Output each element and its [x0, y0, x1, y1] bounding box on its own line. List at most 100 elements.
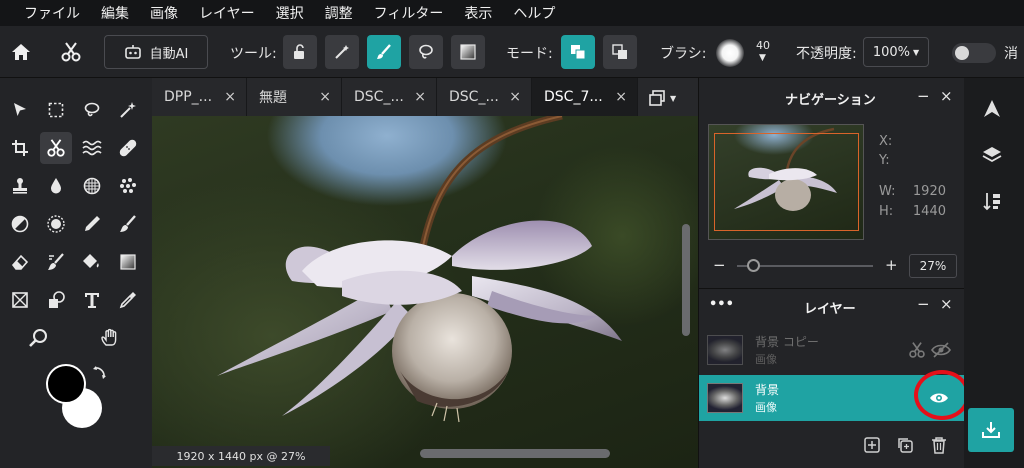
close-icon[interactable]: ×: [319, 89, 331, 105]
lasso-icon: [419, 44, 433, 59]
move-tool-icon[interactable]: [4, 94, 36, 126]
panel-toggle-strip: [964, 78, 1024, 468]
shape-tool-icon[interactable]: [40, 284, 72, 316]
menu-adjust[interactable]: 調整: [325, 3, 353, 23]
minimize-icon[interactable]: −: [917, 295, 930, 313]
layers-title: レイヤー: [804, 302, 856, 317]
frame-tool-icon[interactable]: [4, 284, 36, 316]
tool-lasso-button[interactable]: [409, 35, 443, 69]
image-canvas[interactable]: [152, 116, 698, 468]
layer-type: 画像: [755, 401, 777, 414]
zoom-out-icon[interactable]: −: [713, 256, 726, 274]
brush-size[interactable]: 40: [756, 39, 770, 52]
layers-more-icon[interactable]: •••: [709, 297, 734, 312]
auto-ai-button[interactable]: 自動AI: [104, 35, 208, 69]
dodge-tool-icon[interactable]: [4, 208, 36, 240]
magic-wand-tool-icon[interactable]: [112, 94, 144, 126]
sponge-tool-icon[interactable]: [76, 170, 108, 202]
history-toggle-icon[interactable]: [981, 190, 1003, 212]
close-icon[interactable]: ×: [224, 89, 236, 105]
paint-bucket-tool-icon[interactable]: [76, 246, 108, 278]
menu-help[interactable]: ヘルプ: [513, 3, 555, 23]
navigator-toggle-icon[interactable]: [981, 98, 1003, 120]
pencil-tool-icon[interactable]: [76, 208, 108, 240]
close-icon[interactable]: ×: [414, 89, 426, 105]
tab-document-1[interactable]: DPP_... ×: [152, 78, 247, 116]
cut-icon[interactable]: [56, 35, 86, 69]
horizontal-scrollbar[interactable]: [420, 449, 610, 458]
eye-off-icon[interactable]: [931, 341, 951, 359]
navigator-viewport-frame[interactable]: [714, 133, 859, 231]
tab-document-5[interactable]: DSC_7... ×: [532, 78, 638, 116]
close-icon[interactable]: ×: [940, 87, 953, 105]
liquify-tool-icon[interactable]: [76, 132, 108, 164]
zoom-slider[interactable]: [737, 259, 873, 272]
replace-color-tool-icon[interactable]: [40, 246, 72, 278]
zoom-slider-handle[interactable]: [747, 259, 760, 272]
menu-select[interactable]: 選択: [276, 3, 304, 23]
tab-label: DSC_7...: [544, 89, 603, 105]
menu-layer[interactable]: レイヤー: [199, 3, 255, 23]
sun-tool-icon[interactable]: [40, 208, 72, 240]
hand-tool-icon[interactable]: [94, 322, 126, 354]
text-tool-icon[interactable]: [76, 284, 108, 316]
marquee-tool-icon[interactable]: [40, 94, 72, 126]
mode-add-icon: [612, 44, 627, 59]
layer-row-background-copy[interactable]: 背景 コピー 画像: [699, 327, 965, 373]
zoom-tool-icon[interactable]: [22, 322, 54, 354]
mode-label: モード:: [506, 46, 553, 62]
chevron-down-icon: ▼: [913, 47, 920, 57]
magic-wand-icon: [335, 45, 349, 59]
blur-drop-tool-icon[interactable]: [40, 170, 72, 202]
cut-icon[interactable]: [908, 341, 926, 359]
erase-label: 消: [1004, 46, 1018, 62]
erase-toggle[interactable]: [952, 43, 996, 63]
eraser-tool-icon[interactable]: [4, 246, 36, 278]
close-icon[interactable]: ×: [509, 89, 521, 105]
close-icon[interactable]: ×: [940, 295, 953, 313]
tool-brush-button[interactable]: [367, 35, 401, 69]
minimize-icon[interactable]: −: [917, 87, 930, 105]
tool-gradient-button[interactable]: [451, 35, 485, 69]
navigator-thumbnail[interactable]: [708, 124, 864, 240]
close-icon[interactable]: ×: [615, 89, 627, 105]
mode-add-button[interactable]: [603, 35, 637, 69]
menu-filter[interactable]: フィルター: [374, 3, 444, 23]
tool-magic-brush-button[interactable]: [325, 35, 359, 69]
tabs-menu-button[interactable]: ▼: [648, 87, 688, 109]
robot-icon: [124, 45, 141, 59]
save-download-button[interactable]: [968, 408, 1014, 452]
dots-tool-icon[interactable]: [112, 170, 144, 202]
zoom-input[interactable]: 27%: [909, 254, 957, 278]
brush-preview[interactable]: [716, 39, 744, 67]
swap-colors-icon[interactable]: [92, 366, 106, 380]
menu-image[interactable]: 画像: [150, 3, 178, 23]
zoom-in-icon[interactable]: +: [885, 256, 898, 274]
stamp-tool-icon[interactable]: [4, 170, 36, 202]
tab-document-4[interactable]: DSC_... ×: [437, 78, 532, 116]
brush-tool-icon[interactable]: [112, 208, 144, 240]
tool-lock-brush-button[interactable]: [283, 35, 317, 69]
lasso-tool-icon[interactable]: [76, 94, 108, 126]
trash-icon[interactable]: [931, 436, 947, 454]
cutout-tool-icon[interactable]: [40, 132, 72, 164]
opacity-select[interactable]: 100% ▼: [863, 37, 929, 67]
eyedropper-tool-icon[interactable]: [112, 284, 144, 316]
duplicate-layer-icon[interactable]: [896, 436, 914, 454]
home-icon[interactable]: [8, 35, 34, 69]
menu-edit[interactable]: 編集: [101, 3, 129, 23]
tab-document-3[interactable]: DSC_... ×: [342, 78, 437, 116]
tab-document-2[interactable]: 無題 ×: [247, 78, 342, 116]
menu-file[interactable]: ファイル: [24, 3, 80, 23]
menu-view[interactable]: 表示: [464, 3, 492, 23]
vertical-scrollbar[interactable]: [682, 224, 690, 336]
foreground-color-swatch[interactable]: [46, 364, 86, 404]
mode-new-button[interactable]: [561, 35, 595, 69]
chevron-down-icon[interactable]: ▼: [759, 53, 766, 63]
gradient-tool-icon[interactable]: [112, 246, 144, 278]
w-label: W:: [879, 184, 896, 199]
bandage-tool-icon[interactable]: [112, 132, 144, 164]
crop-tool-icon[interactable]: [4, 132, 36, 164]
layers-toggle-icon[interactable]: [981, 144, 1003, 166]
add-layer-icon[interactable]: [863, 436, 881, 454]
